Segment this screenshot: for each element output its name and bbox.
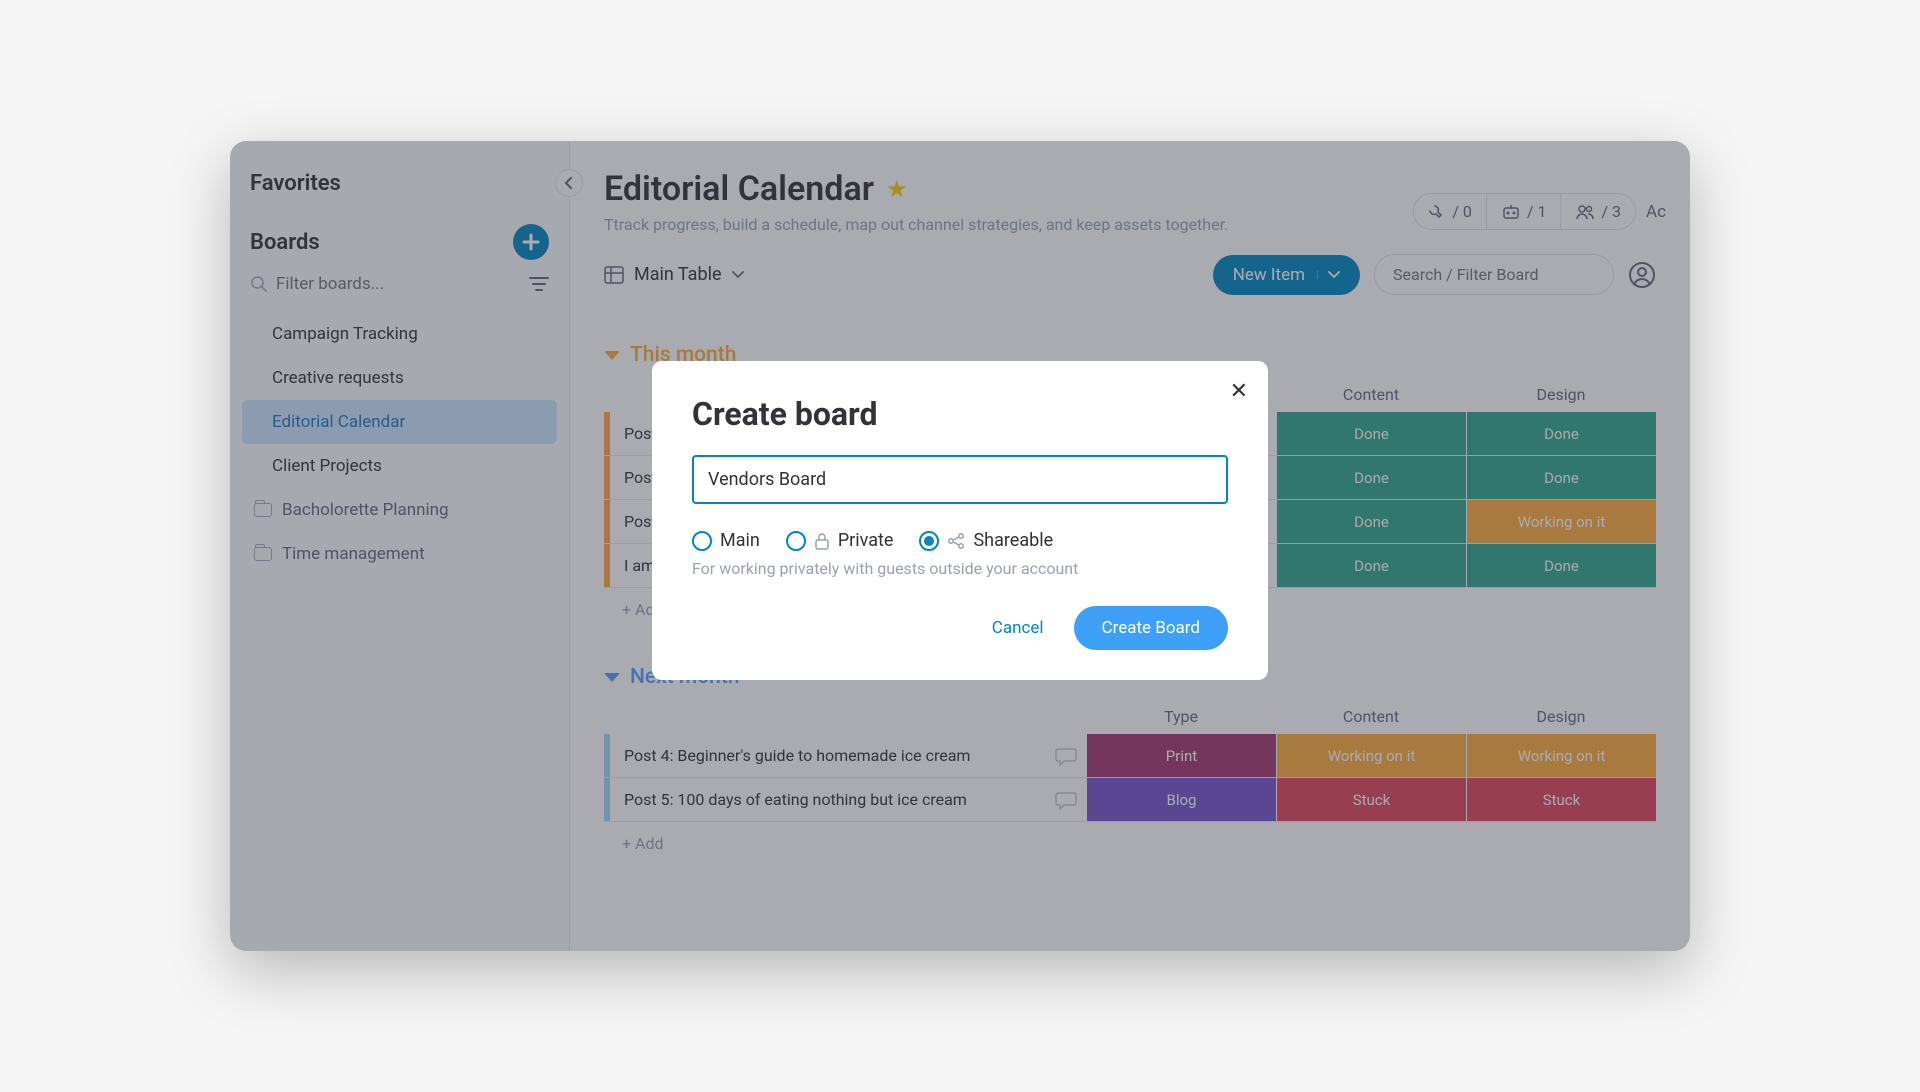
cancel-button[interactable]: Cancel: [984, 608, 1052, 648]
option-label: Shareable: [973, 530, 1053, 551]
board-name-input[interactable]: [692, 455, 1228, 504]
lock-icon: [814, 532, 830, 550]
board-type-option[interactable]: Private: [786, 530, 894, 551]
option-label: Private: [838, 530, 894, 551]
create-board-modal: ✕ Create board Main Private Shareable For …: [652, 361, 1268, 680]
app-window: Favorites Boards Campaign TrackingCreati…: [230, 141, 1690, 951]
create-board-button[interactable]: Create Board: [1074, 606, 1228, 650]
board-type-option[interactable]: Main: [692, 530, 760, 551]
board-type-options: Main Private Shareable: [692, 504, 1228, 559]
share-icon: [947, 532, 965, 550]
modal-title: Create board: [692, 395, 1228, 433]
radio-icon: [786, 531, 806, 551]
modal-overlay[interactable]: ✕ Create board Main Private Shareable For …: [230, 141, 1690, 951]
close-icon[interactable]: ✕: [1230, 379, 1248, 404]
modal-hint: For working privately with guests outsid…: [692, 559, 1228, 606]
radio-icon: [919, 531, 939, 551]
board-type-option[interactable]: Shareable: [919, 530, 1053, 551]
option-label: Main: [720, 530, 760, 551]
radio-icon: [692, 531, 712, 551]
